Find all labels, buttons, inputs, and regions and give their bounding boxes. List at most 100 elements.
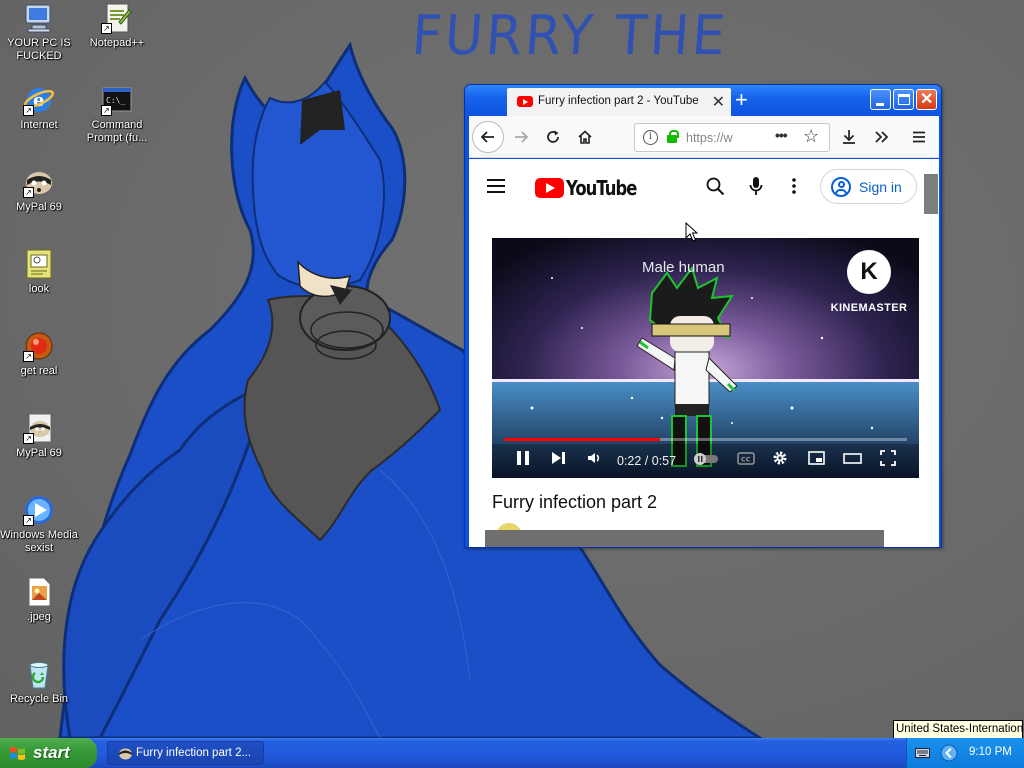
kinemaster-watermark: K KINEMASTER <box>828 250 910 314</box>
windows-logo-icon <box>10 747 25 760</box>
double-chevron-icon <box>875 131 889 143</box>
command-prompt-icon: C:\_ ↗ <box>101 84 133 116</box>
url-text[interactable]: https://w <box>686 131 744 145</box>
desktop-icon-label: Windows Media sexist <box>0 529 78 554</box>
sign-in-label: Sign in <box>859 179 902 195</box>
desktop-icon-label: Command Prompt (fu... <box>86 119 148 144</box>
youtube-header: YouTube Sign in <box>469 159 939 214</box>
system-tray: 9:10 PM <box>906 738 1024 768</box>
page-actions-icon[interactable]: ••• <box>775 127 788 143</box>
autoplay-toggle-icon[interactable] <box>692 452 720 466</box>
theater-mode-icon[interactable] <box>843 450 862 466</box>
video-progress-bar[interactable] <box>504 438 907 441</box>
reload-button[interactable] <box>537 121 569 153</box>
mypal-icon: ↗ <box>23 166 55 198</box>
desktop-icon-label: MyPal 69 <box>16 447 62 459</box>
arrow-left-icon <box>480 131 494 143</box>
desktop-icon-notepadpp[interactable]: ↗ Notepad++ <box>78 2 156 50</box>
mypal-icon: ↗ <box>23 412 55 444</box>
desktop-icon-recycle-bin[interactable]: Recycle Bin <box>0 658 78 706</box>
miniplayer-icon[interactable] <box>808 450 825 466</box>
desktop-icon-my-computer[interactable]: YOUR PC IS FUCKED <box>0 2 78 63</box>
menu-button[interactable] <box>903 121 935 153</box>
youtube-play-logo-icon <box>535 178 564 198</box>
forward-button[interactable] <box>505 121 537 153</box>
captions-icon[interactable]: CC <box>737 450 755 466</box>
downloads-button[interactable] <box>833 121 865 153</box>
next-video-icon[interactable] <box>551 450 566 466</box>
close-button[interactable]: ✕ <box>916 89 937 110</box>
clock[interactable]: 9:10 PM <box>969 746 1012 758</box>
desktop-icon-look[interactable]: look <box>0 248 78 296</box>
account-circle-icon <box>831 177 851 197</box>
desktop-icon-label: Recycle Bin <box>9 693 69 705</box>
desktop-icon-mypal[interactable]: ↗ MyPal 69 <box>0 166 78 214</box>
desktop-icon-windows-media[interactable]: ↗ Windows Media sexist <box>0 494 78 555</box>
desktop-icon-label: get real <box>20 365 58 377</box>
youtube-favicon-icon <box>517 96 533 107</box>
keyboard-icon[interactable] <box>915 748 930 758</box>
maximize-button[interactable] <box>893 89 914 110</box>
video-overlay-text: Male human <box>642 259 725 276</box>
desktop-icon-label: .jpeg <box>27 611 51 623</box>
browser-toolbar: i https://w ••• ☆ <box>469 116 939 158</box>
svg-text:CC: CC <box>741 456 751 464</box>
new-tab-button[interactable]: + <box>735 87 748 113</box>
tab-title: Furry infection part 2 - YouTube <box>538 95 699 107</box>
taskbar-item-label: Furry infection part 2... <box>136 747 252 759</box>
bookmark-star-icon[interactable]: ☆ <box>803 126 819 147</box>
video-time-display: 0:22 / 0:57 <box>617 454 677 468</box>
page-scrollbar-thumb[interactable] <box>924 174 938 214</box>
window-titlebar[interactable]: Furry infection part 2 - YouTube ✕ + ✕ <box>465 85 941 116</box>
desktop-icon-label: Notepad++ <box>89 37 145 49</box>
volume-icon[interactable] <box>586 450 602 466</box>
my-computer-icon <box>23 2 55 34</box>
settings-gear-icon[interactable] <box>772 450 788 466</box>
desktop-icon-internet[interactable]: e ↗ Internet <box>0 84 78 132</box>
site-info-icon[interactable]: i <box>643 130 658 145</box>
desktop-icon-label: look <box>28 283 50 295</box>
mouse-cursor-icon <box>685 222 698 242</box>
desktop-icon-mypal-2[interactable]: ↗ MyPal 69 <box>0 412 78 460</box>
desktop-icon-get-real[interactable]: ↗ get real <box>0 330 78 378</box>
fullscreen-icon[interactable] <box>880 450 896 466</box>
notepadpp-icon: ↗ <box>101 2 133 34</box>
tab-close-icon[interactable]: ✕ <box>712 92 725 112</box>
browser-window: Furry infection part 2 - YouTube ✕ + ✕ i <box>464 84 942 548</box>
microphone-icon[interactable] <box>749 176 763 196</box>
desktop-icon-jpeg[interactable]: .jpeg <box>0 576 78 624</box>
video-player[interactable]: Male human K KINEMASTER 0:22 / 0:57 CC <box>492 238 919 478</box>
tray-expand-icon[interactable] <box>940 744 958 762</box>
start-label: start <box>33 743 70 762</box>
home-button[interactable] <box>569 121 601 153</box>
lock-icon <box>667 130 679 143</box>
watermark-text: KINEMASTER <box>830 302 908 314</box>
red-orb-icon: ↗ <box>23 330 55 362</box>
overflow-button[interactable] <box>865 121 897 153</box>
hamburger-menu-icon <box>913 131 925 143</box>
desktop-icon-label: MyPal 69 <box>16 201 62 213</box>
desktop-icon-label: YOUR PC IS FUCKED <box>7 37 71 62</box>
wallpaper-title: FURRY THE <box>409 4 731 68</box>
image-file-icon <box>23 576 55 608</box>
more-vertical-icon[interactable] <box>792 177 796 195</box>
horizontal-scrollbar-thumb[interactable] <box>485 530 884 547</box>
video-title: Furry infection part 2 <box>492 492 658 512</box>
minimize-button[interactable] <box>870 89 891 110</box>
windows-media-player-icon: ↗ <box>23 494 55 526</box>
start-button[interactable]: start <box>0 738 97 768</box>
url-bar[interactable]: i https://w ••• ☆ <box>634 123 830 152</box>
search-icon[interactable] <box>706 177 725 196</box>
document-icon <box>23 248 55 280</box>
desktop-icon-label: Internet <box>20 119 58 131</box>
taskbar-item-browser[interactable]: Furry infection part 2... <box>107 741 264 765</box>
mypal-browser-icon <box>119 748 132 760</box>
back-button[interactable] <box>472 121 504 153</box>
home-icon <box>578 130 592 144</box>
pause-icon[interactable] <box>516 450 530 466</box>
sign-in-button[interactable]: Sign in <box>820 169 917 204</box>
desktop-icon-command-prompt[interactable]: C:\_ ↗ Command Prompt (fu... <box>78 84 156 145</box>
download-icon <box>843 130 855 144</box>
internet-explorer-icon: e ↗ <box>23 84 55 116</box>
browser-tab[interactable]: Furry infection part 2 - YouTube ✕ <box>507 88 731 116</box>
